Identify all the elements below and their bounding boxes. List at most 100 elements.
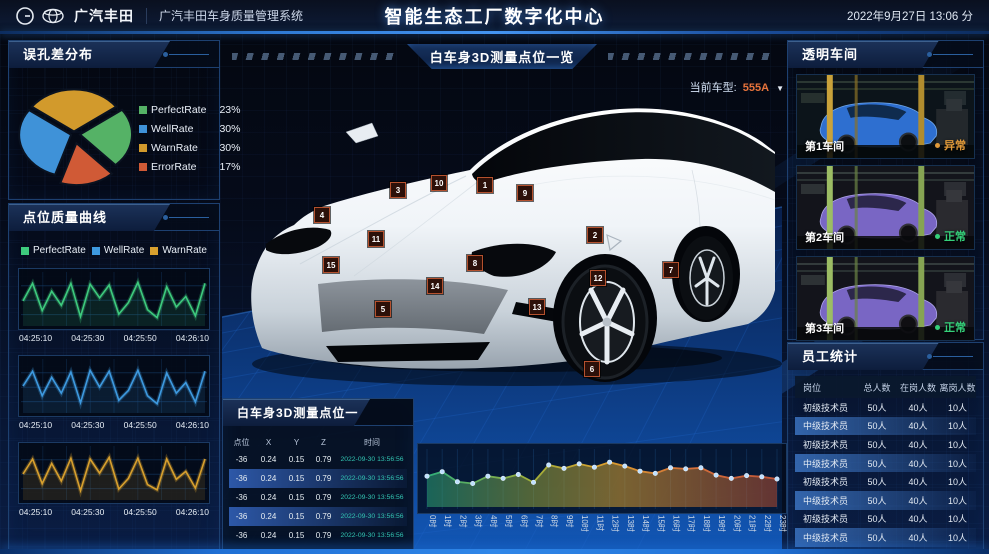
workshop-status: 正常 [935, 319, 966, 335]
workshop-item-2[interactable]: 第2车间 正常 [796, 165, 975, 250]
column-header: 岗位 [795, 381, 857, 394]
legend-item-WarnRate[interactable]: WarnRate 30% [139, 142, 240, 154]
measure-point-marker-8[interactable]: 8 [467, 255, 483, 271]
table-cell: 50人 [857, 401, 897, 414]
table-row[interactable]: 初级技术员50人40人10人 [795, 435, 976, 454]
banner-dashes-right [608, 53, 773, 60]
legend-value: 17% [206, 161, 240, 173]
legend-item-WarnRate[interactable]: WarnRate [150, 245, 207, 256]
legend-swatch-icon [21, 247, 29, 255]
status-dot-icon [935, 325, 940, 330]
measure-points-table-panel: 白车身3D测量点位一览 点位XYZ时间-360.240.150.792022-0… [222, 398, 414, 550]
legend-item-ErrorRate[interactable]: ErrorRate 17% [139, 161, 240, 173]
column-header: Y [283, 438, 310, 447]
table-cell: -36 [229, 512, 254, 521]
time-tick: 04:26:10 [176, 507, 209, 517]
legend-item-WellRate[interactable]: WellRate [92, 245, 144, 256]
header-accent-line [0, 31, 989, 34]
measure-point-marker-3[interactable]: 3 [390, 182, 406, 198]
table-cell: 10人 [939, 401, 976, 414]
legend-swatch-icon [139, 106, 147, 114]
pie-chart [13, 80, 139, 193]
quality-curve-WellRate: 04:25:1004:25:3004:25:5004:26:10 [18, 355, 210, 430]
table-cell: 10人 [939, 531, 976, 544]
table-row[interactable]: 中级技术员50人40人10人 [795, 528, 976, 547]
table-row[interactable]: -360.240.150.792022-09-30 13:56:56 [229, 488, 407, 507]
table-row[interactable]: 初级技术员50人40人10人 [795, 510, 976, 529]
measure-point-marker-12[interactable]: 12 [590, 270, 606, 286]
svg-text:18时: 18时 [702, 515, 712, 532]
measure-point-marker-11[interactable]: 11 [368, 231, 384, 247]
panel-header: 误孔差分布 [9, 41, 219, 68]
legend-item-WellRate[interactable]: WellRate 30% [139, 123, 240, 135]
line-chart [18, 268, 210, 330]
status-dot-icon [935, 143, 940, 148]
table-row[interactable]: -360.240.150.792022-09-30 13:56:56 [229, 526, 407, 545]
table-row[interactable]: 初级技术员50人40人10人 [795, 398, 976, 417]
table-cell: 10人 [939, 419, 976, 432]
caret-down-icon: ▼ [776, 84, 784, 93]
table-row[interactable]: 中级技术员50人40人10人 [795, 491, 976, 510]
measure-point-marker-6[interactable]: 6 [584, 361, 600, 377]
workshop-status: 异常 [935, 137, 966, 153]
measure-point-marker-2[interactable]: 2 [587, 227, 603, 243]
table-cell: 0.15 [283, 493, 310, 502]
time-tick: 04:25:50 [124, 420, 157, 430]
table-cell: 0.24 [254, 493, 283, 502]
legend-item-PerfectRate[interactable]: PerfectRate 23% [139, 104, 240, 116]
workshop-item-3[interactable]: 第3车间 正常 [796, 256, 975, 341]
table-cell: 中级技术员 [795, 457, 857, 470]
measure-point-marker-14[interactable]: 14 [427, 278, 443, 294]
measure-point-marker-10[interactable]: 10 [431, 175, 447, 191]
table-cell: 40人 [897, 438, 939, 451]
svg-text:16时: 16时 [672, 515, 682, 532]
model-selector[interactable]: 当前车型: 555A ▼ [672, 79, 784, 95]
legend-item-PerfectRate[interactable]: PerfectRate [21, 245, 86, 256]
area-chart: 0时1时2时3时4时5时6时7时8时9时10时11时12时13时14时15时16… [417, 443, 787, 548]
svg-text:19时: 19时 [717, 515, 727, 532]
time-axis: 04:25:1004:25:3004:25:5004:26:10 [18, 330, 210, 343]
table-row[interactable]: 中级技术员50人40人10人 [795, 417, 976, 436]
circuit-decoration-icon [933, 354, 973, 360]
measure-point-marker-7[interactable]: 7 [663, 262, 679, 278]
transparent-workshop-panel: 透明车间 第1车间 异常 [787, 40, 984, 340]
time-tick: 04:25:50 [124, 333, 157, 343]
panel-title: 员工统计 [788, 343, 939, 370]
measure-point-marker-9[interactable]: 9 [517, 185, 533, 201]
table-cell: 0.15 [283, 531, 310, 540]
measure-point-marker-13[interactable]: 13 [529, 299, 545, 315]
workshop-label: 第3车间 [805, 320, 844, 336]
table-cell: -36 [229, 531, 254, 540]
table-cell: 40人 [897, 494, 939, 507]
table-cell: 2022-09-30 13:56:56 [337, 532, 407, 539]
line-chart [18, 355, 210, 417]
time-axis: 04:25:1004:25:3004:25:5004:26:10 [18, 417, 210, 430]
table-cell: 中级技术员 [795, 531, 857, 544]
workshop-item-1[interactable]: 第1车间 异常 [796, 74, 975, 159]
legend-value: 30% [206, 123, 240, 135]
svg-text:12时: 12时 [611, 515, 621, 532]
staff-statistics-panel: 员工统计 岗位总人数在岗人数离岗人数初级技术员50人40人10人中级技术员50人… [787, 342, 984, 550]
bottom-accent-bar [0, 549, 989, 554]
table-cell: 40人 [897, 401, 939, 414]
banner-title-text: 白车身3D测量点位一览 [430, 47, 575, 66]
column-header: X [254, 438, 283, 447]
measure-point-marker-4[interactable]: 4 [314, 207, 330, 223]
workshop-status: 正常 [935, 228, 966, 244]
hole-error-distribution-panel: 误孔差分布 PerfectRate 23% WellRate 30% WarnR… [8, 40, 220, 200]
column-header: 时间 [337, 437, 407, 448]
table-row[interactable]: 中级技术员50人40人10人 [795, 454, 976, 473]
column-header: 在岗人数 [897, 381, 939, 394]
table-row[interactable]: -360.240.150.792022-09-30 13:56:56 [229, 469, 407, 488]
measure-point-marker-1[interactable]: 1 [477, 177, 493, 193]
table-row[interactable]: -360.240.150.792022-09-30 13:56:56 [229, 450, 407, 469]
svg-text:11时: 11时 [595, 515, 605, 531]
measure-point-marker-5[interactable]: 5 [375, 301, 391, 317]
measure-point-marker-15[interactable]: 15 [323, 257, 339, 273]
table-row[interactable]: -360.240.150.792022-09-30 13:56:56 [229, 507, 407, 526]
column-header: 离岗人数 [939, 381, 976, 394]
line-chart [18, 442, 210, 504]
table-cell: 2022-09-30 13:56:56 [337, 494, 407, 501]
table-cell: 10人 [939, 475, 976, 488]
table-row[interactable]: 初级技术员50人40人10人 [795, 472, 976, 491]
